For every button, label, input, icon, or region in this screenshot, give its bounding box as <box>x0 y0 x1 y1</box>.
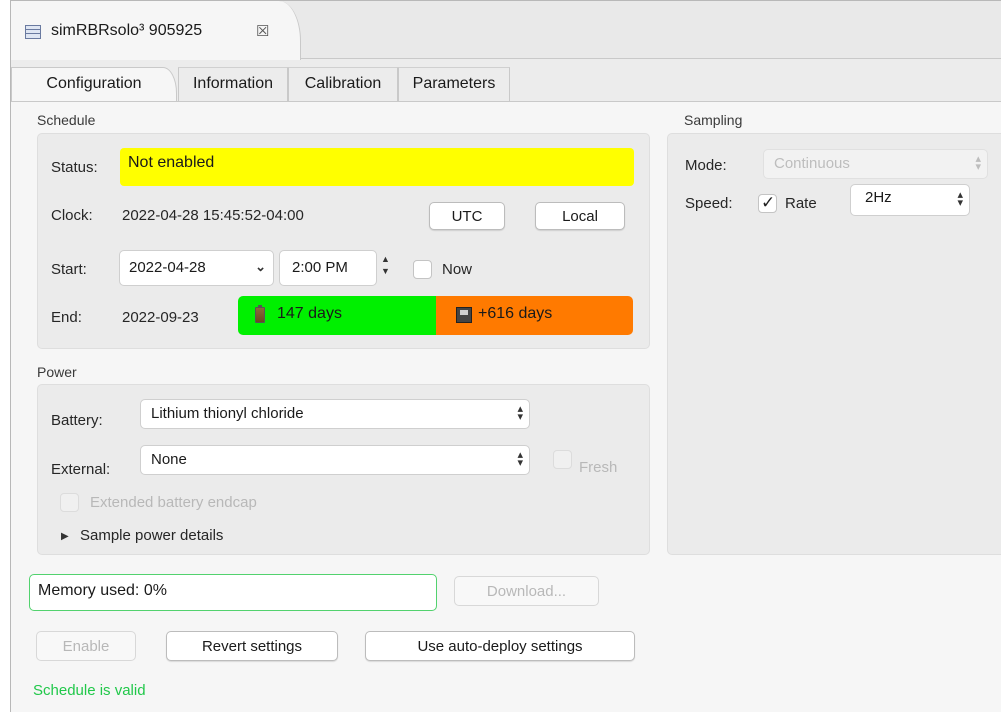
fresh-label: Fresh <box>579 459 618 476</box>
tab-parameters[interactable]: Parameters <box>398 67 510 101</box>
memory-used-value: Memory used: 0% <box>38 582 167 599</box>
start-date-value: 2022-04-28 <box>129 259 206 276</box>
start-date-picker[interactable]: 2022-04-28 ⌄ <box>119 250 274 286</box>
tab-information[interactable]: Information <box>178 67 288 101</box>
table-icon <box>25 25 41 39</box>
download-button[interactable]: Download... <box>454 576 599 606</box>
speed-label: Speed: <box>685 195 733 212</box>
rate-label: Rate <box>785 195 817 212</box>
select-updown-icon: ▴ ▾ <box>517 449 523 469</box>
page-tabs: Configuration Information Calibration Pa… <box>11 67 1001 102</box>
mode-select[interactable]: Continuous ▴ ▾ <box>763 149 988 179</box>
memory-days-value: +616 days <box>478 305 553 322</box>
power-group: Battery: Lithium thionyl chloride ▴ ▾ Ext… <box>37 384 650 555</box>
clock-value: 2022-04-28 15:45:52-04:00 <box>122 207 304 224</box>
schedule-group: Status: Not enabled Clock: 2022-04-28 15… <box>37 133 650 349</box>
mode-label: Mode: <box>685 157 727 174</box>
schedule-group-label: Schedule <box>37 112 96 128</box>
rate-checkbox[interactable] <box>758 193 777 213</box>
stepper-up-icon[interactable]: ▲ <box>381 254 390 264</box>
select-updown-icon: ▴ ▾ <box>517 403 523 423</box>
select-updown-icon: ▴ ▾ <box>957 189 963 209</box>
start-label: Start: <box>51 261 87 278</box>
memory-used-field: Memory used: 0% <box>29 574 437 611</box>
battery-icon <box>255 305 265 323</box>
end-label: End: <box>51 309 82 326</box>
power-group-label: Power <box>37 364 77 380</box>
external-select-value: None <box>151 451 187 468</box>
chevron-down-icon[interactable]: ⌄ <box>255 259 266 275</box>
rate-select[interactable]: 2Hz ▴ ▾ <box>850 184 970 216</box>
external-select[interactable]: None ▴ ▾ <box>140 445 530 475</box>
start-time-stepper[interactable]: ▲ ▼ <box>379 252 395 280</box>
configuration-panel: Schedule Status: Not enabled Clock: 2022… <box>11 101 1001 712</box>
fresh-checkbox[interactable] <box>553 450 572 469</box>
memory-duration-segment: +616 days <box>436 296 633 335</box>
editor-tab-strip: simRBRsolo³ 905925 ☒ <box>11 1 1001 60</box>
duration-bar: 147 days +616 days <box>238 296 633 335</box>
revert-settings-button[interactable]: Revert settings <box>166 631 338 661</box>
memory-card-icon <box>456 307 472 323</box>
auto-deploy-button[interactable]: Use auto-deploy settings <box>365 631 635 661</box>
start-time-field[interactable]: 2:00 PM <box>279 250 377 286</box>
now-checkbox[interactable] <box>413 260 432 279</box>
sampling-group: Mode: Continuous ▴▾ Speed: Rate 2Hz ▴▾ <box>667 133 1001 555</box>
editor-tab[interactable]: simRBRsolo³ 905925 ☒ <box>11 1 301 60</box>
status-label: Status: <box>51 159 98 176</box>
extended-endcap-label: Extended battery endcap <box>90 494 257 511</box>
clock-label: Clock: <box>51 207 93 224</box>
utc-button[interactable]: UTC <box>429 202 505 230</box>
end-date-value: 2022-09-23 <box>122 309 199 326</box>
status-value: Not enabled <box>128 154 215 171</box>
battery-label: Battery: <box>51 412 103 429</box>
select-updown-icon: ▴ ▾ <box>975 153 981 173</box>
external-label: External: <box>51 461 111 478</box>
sampling-group-label: Sampling <box>684 112 743 128</box>
battery-select[interactable]: Lithium thionyl chloride ▴ ▾ <box>140 399 530 429</box>
start-time-value: 2:00 PM <box>292 259 348 276</box>
battery-days-value: 147 days <box>277 305 342 322</box>
editor-tab-title: simRBRsolo³ 905925 <box>51 22 203 39</box>
tab-configuration[interactable]: Configuration <box>11 67 177 102</box>
editor-frame: simRBRsolo³ 905925 ☒ Configuration Infor… <box>10 0 1001 712</box>
battery-duration-segment: 147 days <box>238 296 436 335</box>
battery-select-value: Lithium thionyl chloride <box>151 405 304 422</box>
enable-button[interactable]: Enable <box>36 631 136 661</box>
sample-power-details-label[interactable]: Sample power details <box>80 527 223 544</box>
rate-select-value: 2Hz <box>865 189 892 206</box>
status-field: Not enabled <box>120 148 634 186</box>
tab-calibration[interactable]: Calibration <box>288 67 398 101</box>
stepper-down-icon[interactable]: ▼ <box>381 266 390 276</box>
extended-endcap-checkbox[interactable] <box>60 493 79 512</box>
validation-message: Schedule is valid <box>33 682 146 699</box>
close-icon[interactable]: ☒ <box>256 22 269 40</box>
disclosure-triangle-icon[interactable]: ▶ <box>61 531 69 542</box>
local-button[interactable]: Local <box>535 202 625 230</box>
now-label: Now <box>442 261 473 278</box>
mode-select-value: Continuous <box>774 155 850 172</box>
